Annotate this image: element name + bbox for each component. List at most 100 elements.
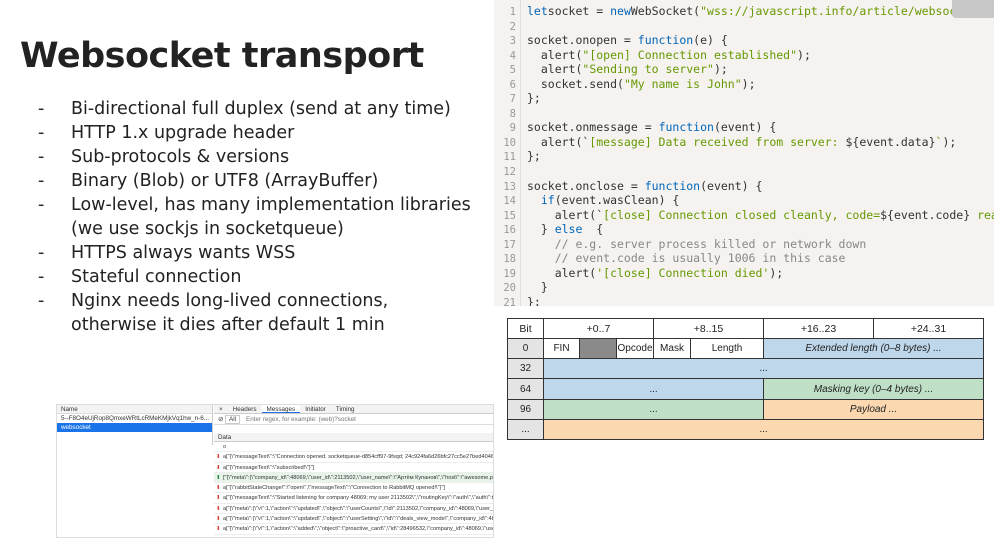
message-filter-bar: ⊘ All Enter regex, for example: (web)?so…	[214, 414, 493, 425]
bullet-item: - Bi-directional full duplex (send at any…	[38, 99, 451, 119]
tab-messages[interactable]: Messages	[261, 405, 301, 413]
frame-bit-label: 0	[507, 338, 544, 360]
code-text: alert('[close] Connection died');	[527, 265, 784, 280]
code-line: 17 // e.g. server process killed or netw…	[494, 237, 994, 252]
frame-row: 96 ... Payload ...	[507, 398, 984, 420]
code-text: // event.code is usually 1006 in this ca…	[527, 251, 846, 266]
message-row[interactable]: ⬇ a["{\"rabbitStateChange\":\"open\",\"me…	[214, 483, 493, 494]
code-text: socket.onmessage = function(event) {	[527, 120, 777, 135]
code-corner-overlay	[952, 0, 994, 18]
code-text: }	[527, 280, 548, 295]
line-number: 10	[503, 136, 516, 149]
frame-length-cell: Length	[690, 338, 764, 360]
code-text: alert(`[close] Connection closed cleanly…	[527, 207, 994, 222]
code-line: 19 alert('[close] Connection died');	[494, 266, 994, 281]
code-line: 1 letsocket = newWebSocket("wss://javascr…	[494, 4, 994, 19]
code-text: socket.onopen = function(e) {	[527, 33, 728, 48]
line-number: 7	[509, 93, 516, 106]
frame-ext-length-cell: Extended length (0–8 bytes) ...	[763, 338, 984, 360]
code-line: 14 if(event.wasClean) {	[494, 193, 994, 208]
line-number: 17	[503, 238, 516, 251]
message-type-select[interactable]: All	[225, 414, 241, 424]
line-number: 20	[503, 282, 516, 295]
arrow-down-icon: ⬇	[216, 505, 221, 512]
message-data: a["{\"messageText\":\"subscribed!\"}"]	[223, 464, 315, 471]
tab-timing[interactable]: Timing	[331, 405, 360, 413]
code-line: 16 } else {	[494, 222, 994, 237]
frame-header-cell: +24..31	[873, 317, 984, 340]
message-filter-input[interactable]: Enter regex, for example: (web)?socket	[246, 414, 356, 425]
frame-bit-label: ...	[507, 418, 544, 441]
frame-ext-length-end-cell: ...	[543, 378, 764, 400]
message-row[interactable]: ⬇ a["{\"meta\":{\"v\":1,\"action\":\"upda…	[214, 504, 493, 515]
code-text: if(event.wasClean) {	[540, 193, 680, 208]
frame-bit-label: 96	[507, 398, 544, 420]
message-data: a["{\"messageText\":\"Started listening …	[223, 495, 494, 502]
arrow-up-icon: ⬆	[216, 474, 221, 481]
message-row[interactable]: ⬇ a["{\"messageText\":\"Connection opened…	[214, 452, 494, 463]
code-text: };	[527, 91, 541, 106]
clear-icon[interactable]: ⊘	[218, 414, 225, 425]
message-row[interactable]: ⬇ a["{\"meta\":{\"v\":1,\"action\":\"adde…	[214, 524, 493, 535]
code-line: 20 }	[494, 280, 994, 295]
line-number: 3	[509, 35, 516, 48]
bullet-item: - HTTP 1.x upgrade header	[38, 123, 295, 143]
frame-header-cell: Bit	[507, 317, 544, 340]
message-row[interactable]: ⬇ a["{\"messageText\":\"Started listening…	[214, 493, 494, 504]
message-row[interactable]: ⬇a["{\"messageText\":\"subscribed!\"}"]3…	[214, 463, 493, 473]
line-number: 21	[503, 296, 516, 306]
line-number: 5	[509, 64, 516, 77]
line-number: 15	[503, 209, 516, 222]
message-data: a["{\"messageText\":\"Connection opened.…	[223, 454, 494, 461]
tab-initiator[interactable]: Initiator	[300, 405, 331, 413]
code-text: };	[527, 149, 541, 164]
request-row-websocket[interactable]: websocket	[57, 423, 212, 432]
frame-masking-key-cont-cell: ...	[543, 398, 764, 420]
message-data: a["{\"rabbitStateChange\":\"open\",\"mes…	[223, 485, 445, 492]
frame-header-cell: +0..7	[543, 317, 654, 340]
arrow-down-icon: ⬇	[216, 516, 221, 523]
code-line: 7};	[494, 91, 994, 106]
request-row[interactable]: 5--F8O4eUjRop8QmxeWRtLcRMeKMjkVq1hw_n-6.…	[57, 414, 212, 423]
slide-title: Websocket transport	[20, 36, 424, 76]
code-text: } else {	[527, 222, 604, 237]
frame-header-cell: +16..23	[763, 317, 874, 340]
message-data: o	[223, 444, 227, 450]
bullet-item: - Binary (Blob) or UTF8 (ArrayBuffer)	[38, 171, 379, 191]
name-column-header: Name	[57, 405, 212, 414]
code-line: 4 alert("[open] Connection established")…	[494, 48, 994, 63]
arrow-down-icon: ⬇	[216, 485, 221, 492]
arrow-down-icon: ⬇	[216, 464, 221, 471]
code-text: alert("[open] Connection established");	[527, 47, 811, 62]
line-number: 4	[509, 49, 516, 62]
tab-headers[interactable]: Headers	[228, 405, 262, 413]
message-row[interactable]: o	[214, 442, 493, 453]
code-text: alert("Sending to server");	[527, 62, 728, 77]
code-panel: 1 letsocket = newWebSocket("wss://javascr…	[494, 0, 994, 306]
frame-ext-length-cont-cell: ...	[543, 358, 984, 380]
message-row[interactable]: ⬆ ["{\"meta\":{\"company_id\":48069,\"use…	[214, 472, 493, 484]
line-number: 2	[509, 20, 516, 33]
code-line: 21};	[494, 295, 994, 306]
message-row[interactable]: ⬇ a["{\"meta\":{\"v\":1,\"action\":\"upda…	[214, 514, 493, 525]
code-line: 12	[494, 164, 994, 179]
bullet-list: - Bi-directional full duplex (send at any…	[38, 97, 478, 337]
code-text: };	[527, 294, 541, 306]
bullet-item: - Sub-protocols & versions	[38, 147, 290, 167]
request-list: Name 5--F8O4eUjRop8QmxeWRtLcRMeKMjkVq1hw…	[57, 405, 213, 445]
bullet-item: - Stateful connection	[38, 267, 242, 287]
line-number: 14	[503, 195, 516, 208]
devtools-panel: Name 5--F8O4eUjRop8QmxeWRtLcRMeKMjkVq1hw…	[56, 404, 494, 538]
bullet-item: - HTTPS always wants WSS	[38, 243, 296, 263]
line-number: 12	[503, 166, 516, 179]
line-number: 19	[503, 267, 516, 280]
frame-masking-key-cell: Masking key (0–4 bytes) ...	[763, 378, 984, 400]
websocket-frame-table: Bit +0..7 +8..15 +16..23 +24..31 0 FIN O…	[507, 317, 984, 441]
message-list: o ⬇ a["{\"messageText\":\"Connection opene…	[214, 442, 494, 535]
line-number: 9	[509, 122, 516, 135]
close-icon[interactable]: ×	[214, 405, 228, 413]
code-text: socket.send("My name is John");	[527, 76, 756, 91]
frame-row: 64 ... Masking key (0–4 bytes) ...	[507, 378, 984, 400]
code-line: 13 socket.onclose = function(event) {	[494, 179, 994, 194]
line-number: 8	[509, 107, 516, 120]
